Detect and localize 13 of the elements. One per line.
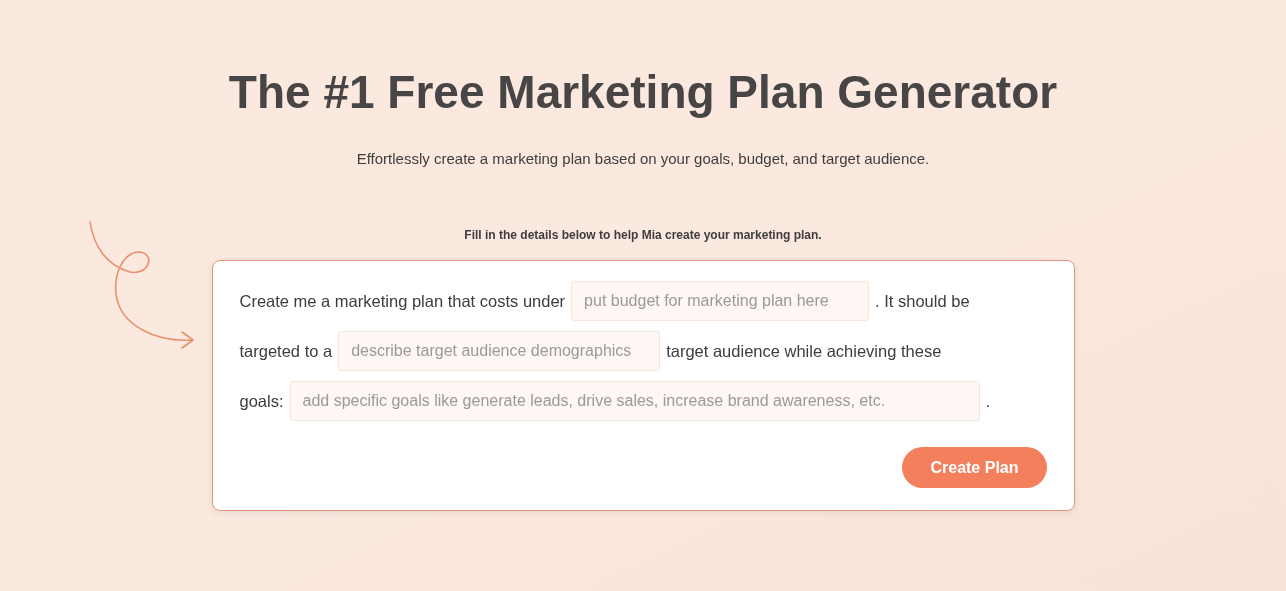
prompt-text: target audience while achieving these (666, 340, 942, 362)
prompt-text: Create me a marketing plan that costs under (239, 290, 566, 312)
prompt-text: . (985, 390, 991, 412)
subtitle: Effortlessly create a marketing plan based on your goals, budget, and target audience. (356, 148, 930, 169)
prompt-text: targeted to a (239, 340, 333, 362)
input-field[interactable]: describe target audience demographics (338, 331, 661, 371)
prompt-text: . It should be (875, 290, 970, 312)
instruction-text: Fill in the details below to help Mia create your marketing plan. (464, 227, 822, 244)
input-field[interactable]: add specific goals like generate leads, drive sales, increase brand awareness, etc. (289, 381, 980, 421)
prompt-text: goals: (239, 390, 284, 412)
input-field[interactable]: put budget for marketing plan here (571, 281, 870, 321)
create-plan-button[interactable]: Create Plan (902, 447, 1047, 488)
page-title: The #1 Free Marketing Plan Generator (228, 65, 1058, 120)
